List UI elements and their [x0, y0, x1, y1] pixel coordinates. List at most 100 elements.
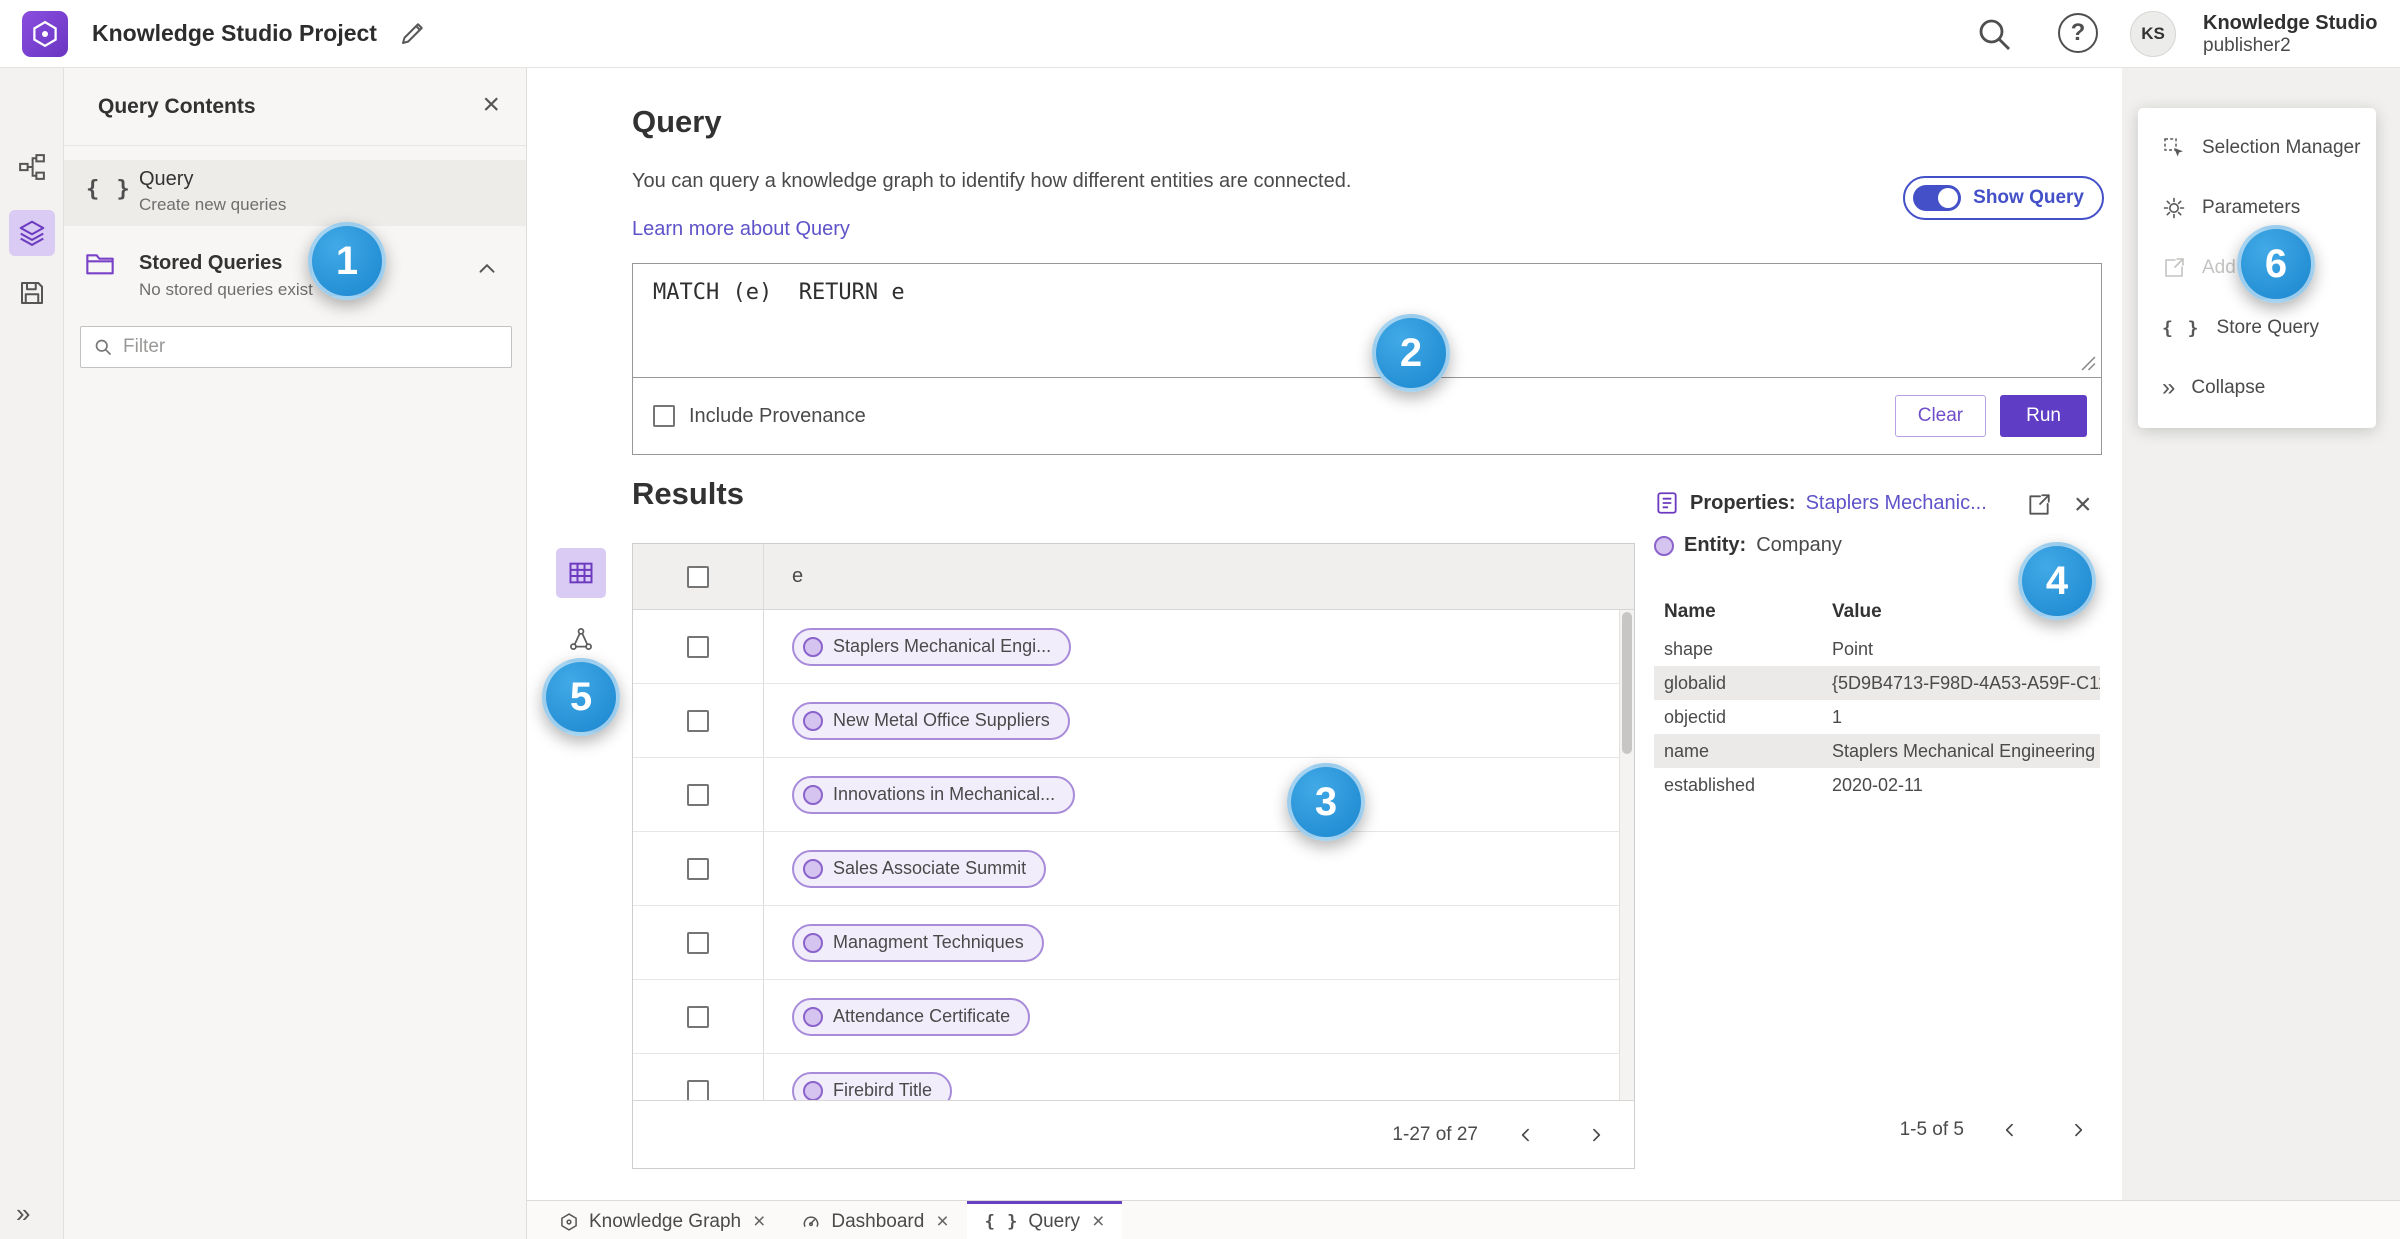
table-row[interactable]: New Metal Office Suppliers: [633, 684, 1634, 758]
results-table-body: Staplers Mechanical Engi... New Metal Of…: [633, 610, 1634, 1100]
chevron-up-icon[interactable]: [474, 256, 500, 282]
row-checkbox[interactable]: [687, 857, 709, 880]
layers-icon-selected[interactable]: [9, 210, 55, 256]
tab-query-active[interactable]: { } Query ×: [966, 1201, 1123, 1239]
property-row: globalid {5D9B4713-F98D-4A53-A59F-C11...: [1654, 666, 2100, 700]
tab-close-icon[interactable]: ×: [1092, 1210, 1104, 1234]
entity-chip[interactable]: Innovations in Mechanical...: [792, 775, 1076, 814]
graph-view-button[interactable]: [562, 620, 600, 658]
chevron-left-icon[interactable]: [1988, 1108, 2032, 1152]
menu-item-collapse[interactable]: » Collapse: [2138, 358, 2376, 418]
table-view-button[interactable]: [556, 548, 606, 598]
app-logo-icon[interactable]: [22, 11, 68, 57]
entity-dot-icon: [803, 710, 823, 731]
resize-handle-icon[interactable]: [2081, 356, 2098, 451]
add-to-selection-icon[interactable]: [2026, 492, 2052, 518]
sidebar-item-label: Query: [139, 168, 194, 190]
query-heading: Query: [632, 104, 722, 139]
row-checkbox[interactable]: [687, 1079, 709, 1100]
rail-expand-icon[interactable]: »: [16, 1198, 30, 1229]
filter-search-icon: [93, 337, 113, 357]
header-checkbox-cell: [633, 544, 764, 609]
callout-badge-6: 6: [2237, 225, 2315, 303]
entity-chip[interactable]: Attendance Certificate: [792, 997, 1031, 1036]
filter-input[interactable]: [123, 336, 499, 358]
tab-knowledge-graph[interactable]: Knowledge Graph ×: [541, 1201, 783, 1239]
chevron-right-icon[interactable]: [2056, 1108, 2100, 1152]
callout-badge-1: 1: [308, 222, 386, 300]
sidebar-item-query[interactable]: { } Query Create new queries: [64, 160, 526, 226]
property-row: objectid 1: [1664, 706, 1843, 727]
user-avatar[interactable]: KS: [2130, 11, 2176, 57]
clear-button[interactable]: Clear: [1894, 395, 1987, 437]
top-bar: Knowledge Studio Project ? KS Knowledge …: [0, 0, 2400, 68]
left-icon-rail: »: [0, 68, 64, 1239]
query-textarea[interactable]: MATCH (e) RETURN e: [633, 264, 2101, 378]
results-pagination: 1-27 of 27: [633, 1100, 1634, 1168]
folder-icon: [84, 248, 116, 280]
run-button[interactable]: Run: [2000, 395, 2087, 437]
query-editor: MATCH (e) RETURN e Include Provenance Cl…: [632, 263, 2102, 455]
select-all-checkbox[interactable]: [687, 565, 709, 588]
row-checkbox[interactable]: [687, 635, 709, 658]
row-checkbox[interactable]: [687, 931, 709, 954]
learn-more-link[interactable]: Learn more about Query: [632, 218, 850, 241]
panel-close-icon[interactable]: ×: [482, 88, 500, 122]
edit-title-icon[interactable]: [398, 18, 428, 48]
tab-close-icon[interactable]: ×: [936, 1210, 948, 1234]
save-icon[interactable]: [17, 278, 47, 308]
properties-table: Name Value shape Point globalid {5D9B4713-…: [1654, 592, 2100, 802]
chevron-left-icon[interactable]: [1504, 1113, 1548, 1157]
results-table: e Staplers Mechanical Engi... New Metal …: [632, 543, 1635, 1169]
table-row[interactable]: Staplers Mechanical Engi...: [633, 610, 1634, 684]
panel-header: Query Contents ×: [64, 68, 526, 146]
search-icon[interactable]: [1974, 14, 2014, 54]
col-name-header: Name: [1664, 601, 1716, 622]
entity-chip[interactable]: Firebird Title: [792, 1071, 953, 1100]
properties-entity-link[interactable]: Staplers Mechanic...: [1806, 492, 1987, 515]
hierarchy-icon[interactable]: [17, 152, 47, 182]
table-row[interactable]: Firebird Title: [633, 1054, 1634, 1100]
tab-dashboard[interactable]: Dashboard ×: [783, 1201, 966, 1239]
selection-manager-icon: [2162, 136, 2186, 160]
toggle-label: Show Query: [1973, 187, 2084, 208]
properties-close-icon[interactable]: ×: [2074, 490, 2092, 520]
braces-icon: { }: [984, 1211, 1019, 1232]
collapse-icon: »: [2162, 374, 2176, 401]
entity-type: Company: [1756, 534, 1842, 556]
braces-icon: { }: [2162, 317, 2201, 339]
help-icon[interactable]: ?: [2058, 13, 2098, 53]
table-row[interactable]: Attendance Certificate: [633, 980, 1634, 1054]
properties-pagination: 1-5 of 5: [1654, 1108, 2100, 1152]
entity-chip[interactable]: Sales Associate Summit: [792, 849, 1047, 888]
table-row[interactable]: Sales Associate Summit: [633, 832, 1634, 906]
sidebar-item-stored-label[interactable]: Stored Queries: [139, 252, 282, 275]
row-checkbox[interactable]: [687, 709, 709, 732]
properties-header: Properties: Staplers Mechanic...: [1654, 490, 1987, 516]
entity-chip[interactable]: Managment Techniques: [792, 923, 1044, 962]
scrollbar-thumb[interactable]: [1622, 612, 1632, 754]
table-scrollbar[interactable]: [1619, 610, 1634, 1100]
tab-close-icon[interactable]: ×: [753, 1210, 765, 1234]
dashboard-icon: [801, 1212, 821, 1232]
chevron-right-icon[interactable]: [1574, 1113, 1618, 1157]
provenance-checkbox[interactable]: [653, 405, 675, 427]
entity-dot-icon: [803, 1006, 823, 1027]
entity-chip[interactable]: New Metal Office Suppliers: [792, 701, 1070, 740]
entity-chip[interactable]: Staplers Mechanical Engi...: [792, 627, 1072, 666]
show-query-toggle[interactable]: Show Query: [1903, 176, 2104, 220]
row-checkbox[interactable]: [687, 783, 709, 806]
query-description: You can query a knowledge graph to ident…: [632, 170, 1352, 192]
row-checkbox[interactable]: [687, 1005, 709, 1028]
menu-item-selection-manager[interactable]: Selection Manager: [2138, 118, 2376, 178]
callout-badge-4: 4: [2018, 542, 2096, 620]
table-row[interactable]: Managment Techniques: [633, 906, 1634, 980]
account-username: publisher2: [2203, 35, 2291, 56]
table-row[interactable]: Innovations in Mechanical...: [633, 758, 1634, 832]
column-header-e[interactable]: e: [764, 565, 803, 588]
provenance-label: Include Provenance: [689, 404, 866, 427]
gear-icon: [2162, 196, 2186, 220]
account-name: Knowledge Studio: [2203, 12, 2378, 34]
menu-item-store-query[interactable]: { } Store Query: [2138, 298, 2376, 358]
properties-actions: ×: [2026, 490, 2092, 520]
